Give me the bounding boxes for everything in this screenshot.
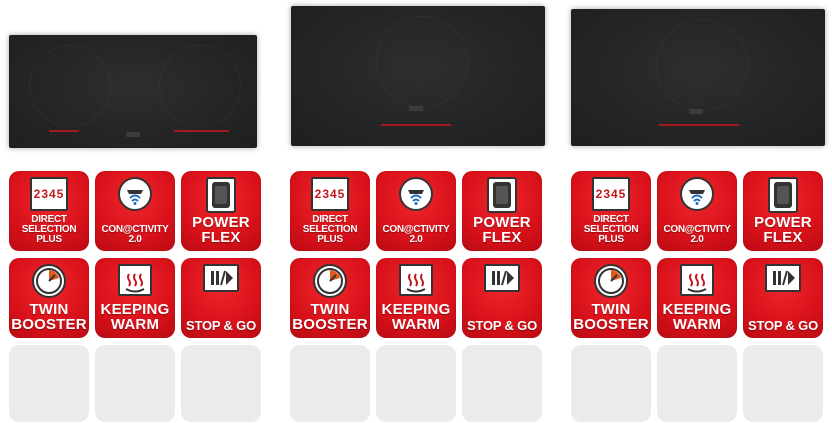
keep-warm-icon <box>118 264 152 296</box>
pause-play-icon <box>484 264 520 292</box>
feature-badge-label: TWIN BOOSTER <box>292 301 368 333</box>
feature-badge-keep-warm: KEEPING WARM <box>95 258 175 338</box>
empty-badge-slot <box>290 345 370 422</box>
feature-badge-label: TWIN BOOSTER <box>573 301 649 333</box>
display-digits-icon: 2345 <box>311 177 349 211</box>
empty-badge-slot <box>462 345 542 422</box>
feature-badge-display-digits: 2345 DIRECT SELECTION PLUS <box>571 171 651 251</box>
feature-badge-display-digits: 2345 DIRECT SELECTION PLUS <box>9 171 89 251</box>
feature-badge-label: KEEPING WARM <box>100 301 170 333</box>
feature-badge-pause-play: STOP & GO <box>462 258 542 338</box>
hood-wifi-icon <box>118 177 152 211</box>
feature-badge-label: CON@CTIVITY 2.0 <box>382 224 450 245</box>
feature-badge-label: TWIN BOOSTER <box>11 301 87 333</box>
empty-badge-slot <box>743 345 823 422</box>
feature-badge-timer-dial: TWIN BOOSTER <box>290 258 370 338</box>
feature-badge-flex-zone: POWER FLEX <box>743 171 823 251</box>
feature-badge-label: KEEPING WARM <box>381 301 451 333</box>
feature-badge-label: STOP & GO <box>467 318 537 333</box>
feature-badge-hood-wifi: CON@CTIVITY 2.0 <box>95 171 175 251</box>
empty-badge-slot <box>571 345 651 422</box>
feature-badge-keep-warm: KEEPING WARM <box>657 258 737 338</box>
feature-badge-hood-wifi: CON@CTIVITY 2.0 <box>376 171 456 251</box>
feature-badge-keep-warm: KEEPING WARM <box>376 258 456 338</box>
flex-zone-icon <box>487 177 517 213</box>
feature-badge-timer-dial: TWIN BOOSTER <box>571 258 651 338</box>
keep-warm-icon <box>680 264 714 296</box>
empty-badge-slot <box>181 345 261 422</box>
feature-badge-label: CON@CTIVITY 2.0 <box>663 224 731 245</box>
timer-dial-icon <box>313 264 347 298</box>
badge-icon-text: 2345 <box>33 187 65 201</box>
keep-warm-icon <box>399 264 433 296</box>
pause-play-icon <box>765 264 801 292</box>
feature-badge-label: POWER FLEX <box>192 214 250 246</box>
feature-badge-hood-wifi: CON@CTIVITY 2.0 <box>657 171 737 251</box>
empty-badge-slot <box>9 345 89 422</box>
display-digits-icon: 2345 <box>30 177 68 211</box>
feature-badge-flex-zone: POWER FLEX <box>462 171 542 251</box>
hood-wifi-icon <box>680 177 714 211</box>
badge-icon-text: 2345 <box>595 187 627 201</box>
feature-badge-label: DIRECT SELECTION PLUS <box>302 214 358 245</box>
feature-badge-label: KEEPING WARM <box>662 301 732 333</box>
feature-badge-label: CON@CTIVITY 2.0 <box>101 224 169 245</box>
feature-badge-display-digits: 2345 DIRECT SELECTION PLUS <box>290 171 370 251</box>
display-digits-icon: 2345 <box>592 177 630 211</box>
feature-badge-label: DIRECT SELECTION PLUS <box>21 214 77 245</box>
timer-dial-icon <box>32 264 66 298</box>
flex-zone-icon <box>206 177 236 213</box>
feature-badge-pause-play: STOP & GO <box>181 258 261 338</box>
empty-badge-slot <box>657 345 737 422</box>
feature-badge-label: DIRECT SELECTION PLUS <box>583 214 639 245</box>
cooktop-image-1 <box>9 35 257 148</box>
pause-play-icon <box>203 264 239 292</box>
feature-badge-label: POWER FLEX <box>473 214 531 246</box>
flex-zone-icon <box>768 177 798 213</box>
feature-badge-label: POWER FLEX <box>754 214 812 246</box>
feature-badge-label: STOP & GO <box>186 318 256 333</box>
timer-dial-icon <box>594 264 628 298</box>
feature-badge-label: STOP & GO <box>748 318 818 333</box>
cooktop-image-3 <box>571 9 825 146</box>
feature-badge-flex-zone: POWER FLEX <box>181 171 261 251</box>
hood-wifi-icon <box>399 177 433 211</box>
feature-badge-pause-play: STOP & GO <box>743 258 823 338</box>
empty-badge-slot <box>376 345 456 422</box>
cooktop-image-2 <box>291 6 545 146</box>
badge-icon-text: 2345 <box>314 187 346 201</box>
feature-badge-timer-dial: TWIN BOOSTER <box>9 258 89 338</box>
empty-badge-slot <box>95 345 175 422</box>
